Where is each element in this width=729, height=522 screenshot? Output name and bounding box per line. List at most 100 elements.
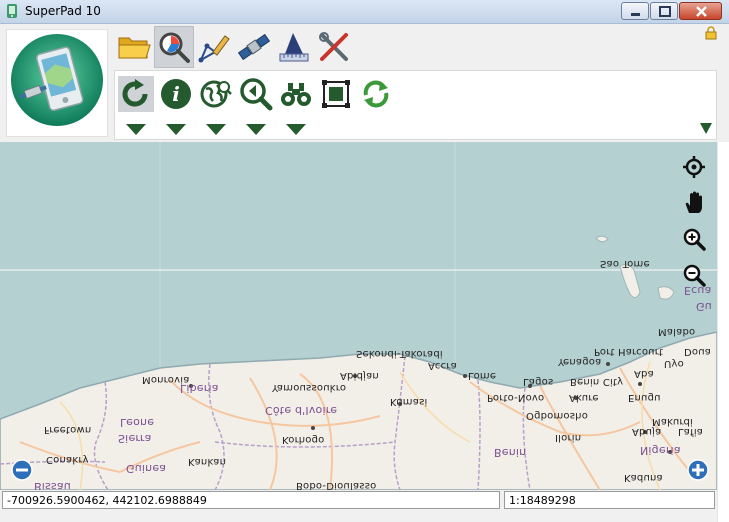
magnifier-icon xyxy=(159,32,190,63)
map-label: Lafia xyxy=(678,426,704,437)
map-label: Korhogo xyxy=(282,434,325,445)
map-label: Sekondi-Takoradi xyxy=(356,348,443,359)
binoculars-dropdown-arrow[interactable] xyxy=(286,124,306,135)
map-label: Nigeria xyxy=(640,444,681,457)
hand-icon xyxy=(685,191,702,213)
map-label: Doua xyxy=(684,346,712,357)
ruler-icon xyxy=(279,33,309,62)
tools-icon xyxy=(319,32,348,61)
globe-search-dropdown-arrow[interactable] xyxy=(206,124,226,135)
globe-search-icon xyxy=(200,80,232,108)
map-label: Accra xyxy=(428,360,457,371)
map-label: Bissau xyxy=(34,480,71,490)
map-label: Aba xyxy=(634,368,654,379)
tab-browse[interactable] xyxy=(154,26,194,68)
zoom-out-button[interactable] xyxy=(11,459,33,481)
lock-icon[interactable] xyxy=(705,26,717,40)
svg-text:i: i xyxy=(172,82,180,106)
tab-file[interactable] xyxy=(114,26,154,68)
crosshair-icon xyxy=(683,156,705,178)
title-bar: SuperPad 10 xyxy=(0,0,729,24)
zoom-in-icon xyxy=(683,228,706,251)
tab-measure[interactable] xyxy=(274,26,314,68)
window-bottom-edge xyxy=(0,510,717,522)
map-label: Porto-Novo xyxy=(487,392,545,403)
map-label: Lagos xyxy=(523,376,554,387)
map-label: Lome xyxy=(468,370,497,381)
map-label: Conakry xyxy=(46,454,89,465)
map-label: Benin City xyxy=(570,376,624,387)
minimize-icon xyxy=(631,13,640,16)
satellite-icon xyxy=(237,33,271,61)
select-frame-button[interactable] xyxy=(318,76,354,112)
folder-icon xyxy=(118,37,151,59)
refresh-button[interactable] xyxy=(118,76,154,112)
minimize-button[interactable] xyxy=(621,2,649,20)
map-label: Kumasi xyxy=(390,396,428,407)
tab-row xyxy=(114,26,354,68)
zoom-previous-button[interactable] xyxy=(238,76,274,112)
close-icon xyxy=(696,6,707,17)
map-label: Yamoussoukro xyxy=(272,382,347,393)
zoom-previous-dropdown-arrow[interactable] xyxy=(246,124,266,135)
sync-button[interactable] xyxy=(358,76,394,112)
map-label: Akure xyxy=(569,392,599,403)
select-frame-icon xyxy=(322,80,350,108)
tab-gps[interactable] xyxy=(234,26,274,68)
map-label: Guinea xyxy=(126,462,167,475)
map-label: Kaduna xyxy=(624,472,663,483)
zoom-previous-icon xyxy=(240,78,273,111)
status-bar: -700926.5900462, 442102.6988849 1:184892… xyxy=(0,490,717,510)
app-logo xyxy=(6,29,108,137)
info-icon: i xyxy=(161,79,191,109)
locate-button[interactable] xyxy=(681,154,707,180)
tab-tools[interactable] xyxy=(314,26,354,68)
map-label: Gu xyxy=(696,300,712,313)
maximize-button[interactable] xyxy=(650,2,678,20)
logo-device-icon xyxy=(11,34,103,126)
binoculars-button[interactable] xyxy=(278,76,314,112)
window-title: SuperPad 10 xyxy=(25,4,101,18)
zoom-out-icon xyxy=(683,264,706,287)
map-label: Benin xyxy=(494,446,527,459)
pen-icon xyxy=(198,35,230,63)
map-label: Liberia xyxy=(180,382,219,395)
scale-readout: 1:18489298 xyxy=(504,491,715,509)
map-label: Ogbomosho xyxy=(526,410,589,421)
tab-edit[interactable] xyxy=(194,26,234,68)
map-label: Côte d'Ivoire xyxy=(265,404,338,417)
map-label: Leone xyxy=(120,416,155,429)
map-label: Freetown xyxy=(44,424,92,435)
map-label: Abidjan xyxy=(340,370,379,381)
map-label: Port Harcourt xyxy=(594,346,664,357)
map-label: Malabo xyxy=(658,326,696,337)
refresh-icon xyxy=(122,79,148,107)
pan-button[interactable] xyxy=(681,190,707,216)
globe-search-button[interactable] xyxy=(198,76,234,112)
ribbon-panel: i xyxy=(114,70,717,140)
app-icon xyxy=(7,4,17,18)
map-label: Enugu xyxy=(628,392,661,403)
sync-icon xyxy=(363,80,389,108)
map-label: Sao Tome xyxy=(600,258,650,269)
map-label: Yenagoa xyxy=(558,356,602,367)
map-label: Uyo xyxy=(664,358,684,369)
toolbar-area: i xyxy=(0,24,729,142)
map-view[interactable]: Sao Tome Malabo Ecua Gu Sekondi-Takoradi… xyxy=(0,142,717,490)
maximize-icon xyxy=(659,6,671,17)
zoom-in-tool-button[interactable] xyxy=(681,226,707,252)
window-right-edge xyxy=(717,142,729,522)
map-label: Kankan xyxy=(188,456,227,467)
map-label: Sierra xyxy=(118,432,152,445)
zoom-in-button[interactable] xyxy=(687,459,709,481)
ribbon-expand-arrow[interactable] xyxy=(700,123,712,134)
map-label: Bobo-Dioulasso xyxy=(296,480,377,490)
info-button[interactable]: i xyxy=(158,76,194,112)
refresh-dropdown-arrow[interactable] xyxy=(126,124,146,135)
close-button[interactable] xyxy=(679,2,722,20)
zoom-out-tool-button[interactable] xyxy=(681,262,707,288)
binoculars-icon xyxy=(281,83,311,106)
info-dropdown-arrow[interactable] xyxy=(166,124,186,135)
map-label: Abuja xyxy=(632,426,662,437)
map-label: Ilorin xyxy=(555,432,582,443)
